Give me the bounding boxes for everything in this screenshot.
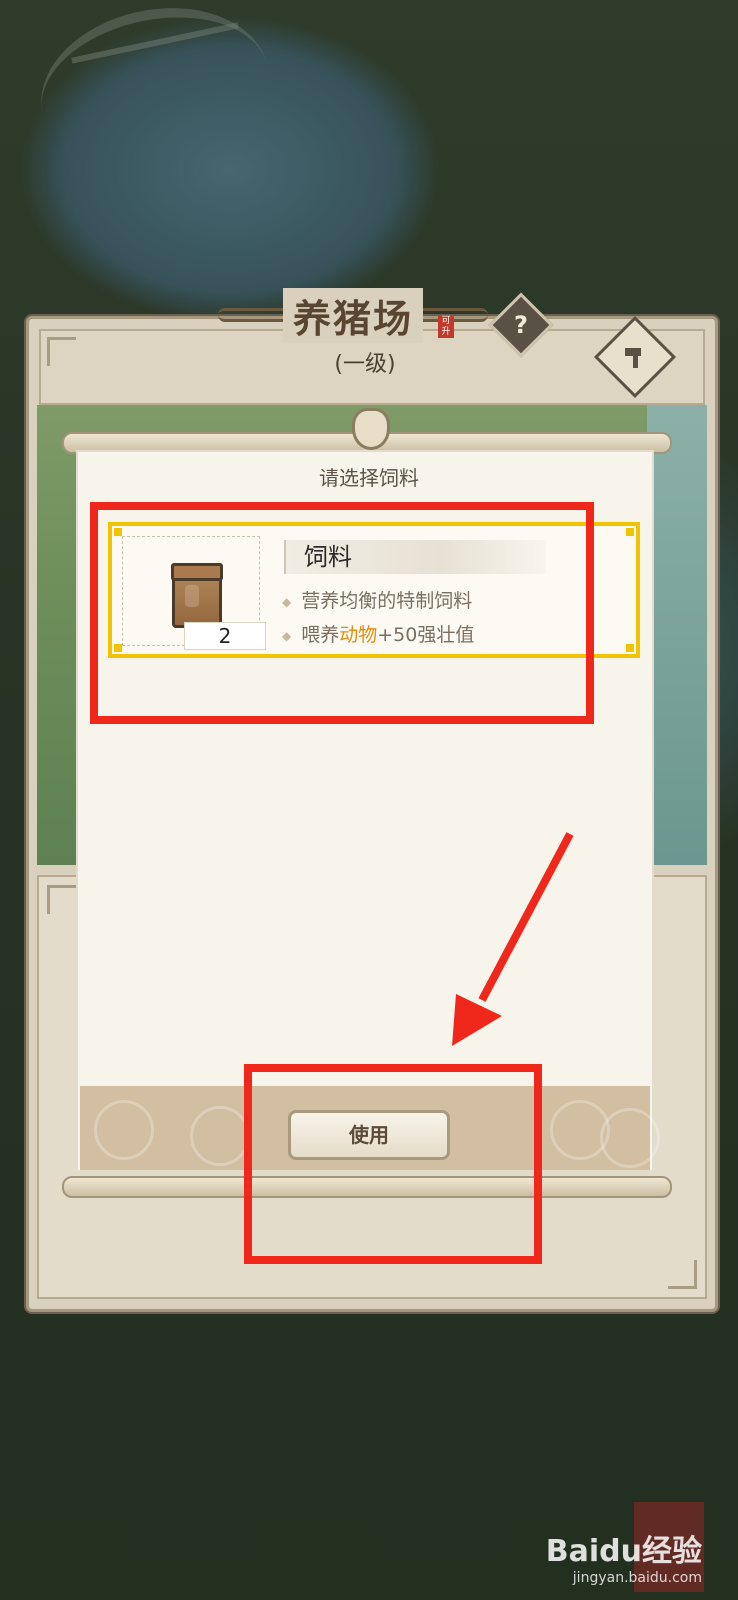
swirl-pattern-icon [94,1100,154,1160]
dialog-prompt: 请选择饲料 [319,466,419,490]
building-title: 养猪场 [282,287,423,343]
swirl-pattern-icon [600,1108,660,1168]
corner-ornament-icon [47,885,76,914]
question-icon: ? [514,311,528,339]
upgrade-seal: 可升 [438,316,454,338]
card-corner-dot [626,528,634,536]
scroll-knot-icon [352,408,390,450]
highlight-box-use [244,1064,542,1264]
hammer-icon [609,331,661,383]
building-level: (一级) [334,352,396,377]
watermark-url: jingyan.baidu.com [572,1570,702,1586]
swirl-pattern-icon [190,1106,250,1166]
watermark-brand: Baidu经验 [545,1534,702,1569]
corner-ornament-icon [668,1260,697,1289]
pointer-arrow-icon [452,832,574,1046]
corner-ornament-icon [47,337,76,366]
card-corner-dot [626,644,634,652]
highlight-box-item [90,502,594,724]
watermark: Baidu经验 jingyan.baidu.com [546,1526,702,1586]
